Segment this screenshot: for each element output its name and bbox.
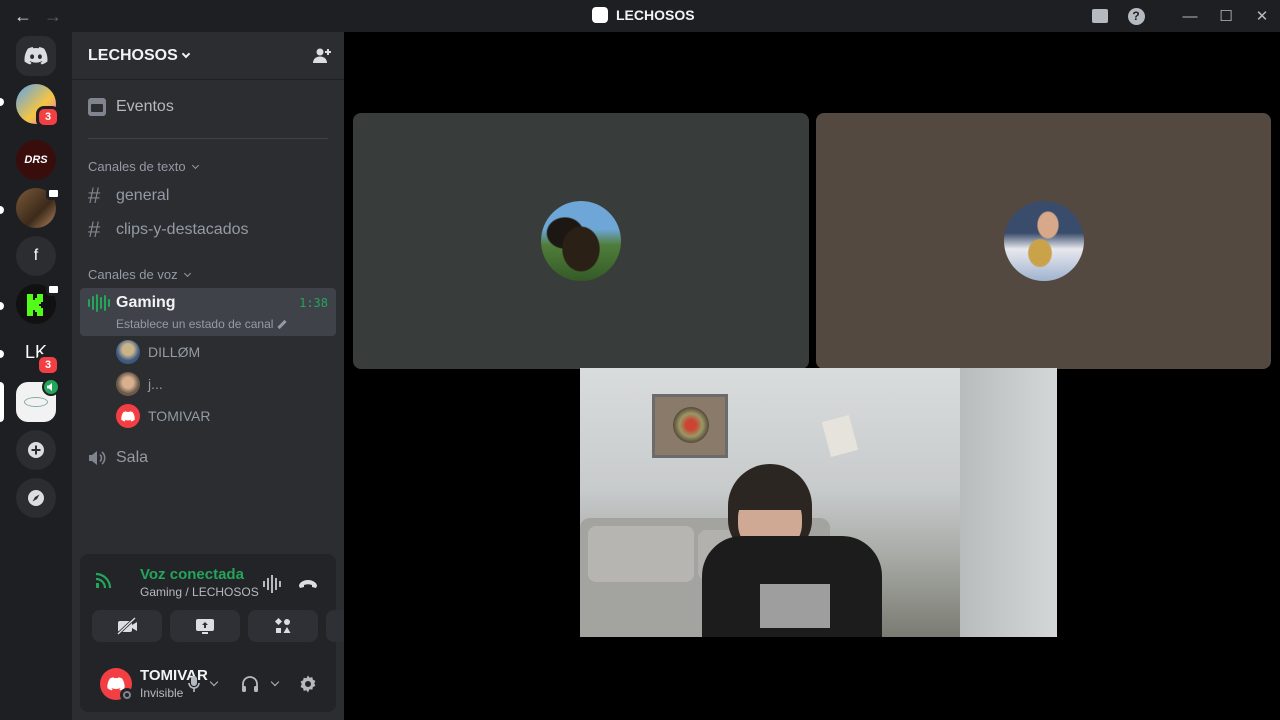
microphone-icon[interactable] (182, 672, 206, 696)
mention-badge: 3 (36, 106, 60, 128)
window-title: LECHOSOS (592, 7, 695, 23)
server-icon-3[interactable] (16, 186, 60, 228)
camera-button[interactable] (92, 610, 162, 642)
speaker-icon (42, 378, 60, 396)
voice-user[interactable]: j... (116, 370, 163, 398)
voice-connected-title[interactable]: Voz conectada (140, 566, 244, 583)
activities-button[interactable] (248, 610, 318, 642)
user-status: Invisible (140, 686, 184, 700)
hashtag-icon: # (88, 183, 101, 208)
server-icon-active[interactable] (16, 378, 60, 422)
home-discord-icon[interactable] (16, 36, 56, 76)
channel-label: general (116, 187, 170, 204)
voice-user-panel: Voz conectada Gaming / LECHOSOS TOMIVAR … (80, 554, 396, 712)
participant-camera-tomivar[interactable] (580, 368, 1057, 637)
voice-user[interactable]: DILLØM (116, 338, 200, 366)
guild-header[interactable]: LECHOSOS (72, 32, 344, 80)
voice-channel-sala[interactable]: Sala (80, 442, 336, 474)
category-voice-channels[interactable]: Canales de voz (88, 267, 191, 282)
maximize-button[interactable]: ☐ (1208, 0, 1244, 32)
voice-user[interactable]: TOMIVAR (116, 402, 211, 430)
voice-user-name: j... (148, 376, 163, 392)
screen-share-button[interactable] (170, 610, 240, 642)
forward-arrow-icon[interactable]: → (44, 6, 62, 27)
settings-gear-icon[interactable] (296, 672, 320, 696)
voice-connected-subtitle[interactable]: Gaming / LECHOSOS (140, 585, 259, 599)
participant-tile-j[interactable] (816, 113, 1271, 369)
events-link[interactable]: Eventos (88, 98, 174, 116)
event-mini-icon (46, 186, 60, 200)
voice-user-name: DILLØM (148, 344, 201, 360)
server-icon-drs-cup[interactable]: DRS (16, 140, 56, 180)
wall-poster (652, 394, 728, 458)
help-icon[interactable]: ? (1118, 0, 1154, 32)
activities-icon (274, 617, 291, 633)
headphones-icon[interactable] (238, 672, 262, 696)
avatar (116, 340, 140, 364)
channel-clips[interactable]: # clips-y-destacados (80, 214, 336, 246)
add-server-button[interactable] (16, 430, 56, 470)
events-label: Eventos (116, 98, 174, 115)
title-bar: ← → LECHOSOS ? — ☐ ✕ (0, 0, 1280, 32)
inbox-icon[interactable] (1082, 0, 1118, 32)
noise-suppression-icon[interactable] (260, 572, 284, 596)
camera-off-icon (116, 617, 137, 635)
discover-compass-icon[interactable] (16, 478, 56, 518)
avatar (1003, 201, 1084, 281)
chevron-down-icon (191, 161, 199, 169)
category-text-channels[interactable]: Canales de texto (88, 159, 199, 174)
channel-label: clips-y-destacados (116, 221, 249, 238)
channel-label: Gaming (116, 294, 176, 311)
chevron-down-icon (181, 49, 191, 58)
close-button[interactable]: ✕ (1244, 0, 1280, 32)
window-title-text: LECHOSOS (616, 7, 695, 23)
invisible-status-icon (120, 688, 134, 702)
event-mini-icon (46, 282, 60, 296)
channel-label: Sala (116, 449, 149, 466)
avatar (541, 201, 621, 281)
calendar-icon (88, 98, 106, 116)
set-channel-status[interactable]: Establece un estado de canal (116, 317, 288, 331)
back-arrow-icon[interactable]: ← (14, 6, 32, 27)
mention-badge: 3 (36, 354, 60, 376)
server-icon-1[interactable]: 3 (16, 84, 60, 128)
disconnect-icon[interactable] (296, 572, 320, 596)
minimize-button[interactable]: — (1172, 0, 1208, 32)
pencil-icon (277, 319, 288, 329)
voice-stage (344, 32, 1280, 720)
signal-icon[interactable] (92, 568, 116, 592)
mic-options-chevron-icon[interactable] (207, 672, 221, 696)
voice-channel-gaming[interactable]: Gaming 1:38 Establece un estado de canal (80, 288, 336, 336)
channel-general[interactable]: # general (80, 180, 336, 212)
avatar (116, 404, 140, 428)
server-icon-kick[interactable] (16, 282, 60, 324)
server-rail: 3 DRS f LK 3 (0, 32, 72, 720)
server-logo-icon (592, 7, 608, 23)
chevron-down-icon (183, 269, 191, 277)
participant-tile-dillom[interactable] (353, 113, 809, 369)
headphone-options-chevron-icon[interactable] (268, 672, 282, 696)
server-icon-f[interactable]: f (16, 236, 56, 276)
avatar (116, 372, 140, 396)
voice-timer: 1:38 (299, 296, 328, 310)
screen-share-icon (196, 619, 214, 634)
server-icon-lk[interactable]: LK 3 (16, 332, 60, 376)
voice-activity-icon (88, 294, 116, 312)
add-member-icon[interactable] (312, 46, 332, 66)
speaker-icon (88, 450, 116, 466)
guild-name: LECHOSOS (88, 46, 178, 64)
hashtag-icon: # (88, 217, 101, 242)
voice-user-name: TOMIVAR (148, 408, 211, 424)
